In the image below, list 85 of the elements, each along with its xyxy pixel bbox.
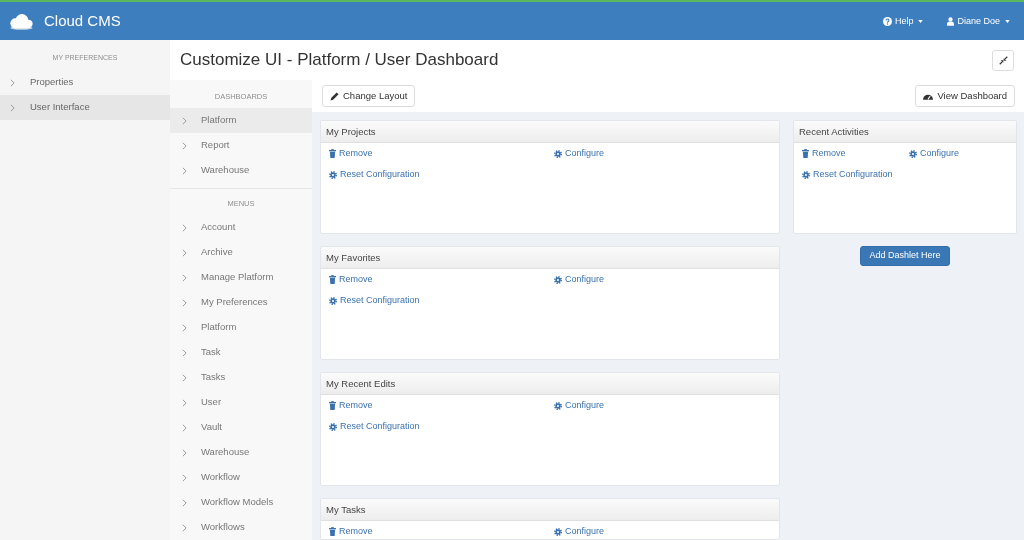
gear-icon [329,296,337,305]
chevron-right-icon [182,398,187,407]
menu-item[interactable]: Vault [170,415,312,440]
gear-icon [554,401,562,410]
dashlet-header: My Favorites [321,247,779,269]
chevron-right-icon [182,373,187,382]
reset-configuration-link[interactable]: Reset Configuration [329,168,420,181]
menu-item[interactable]: Platform [170,108,312,133]
gear-icon [554,527,562,536]
chevron-right-icon [182,423,187,432]
trash-icon [329,401,336,410]
chevron-right-icon [10,103,15,112]
menu-item[interactable]: Platform [170,315,312,340]
chevron-right-icon [182,116,187,125]
chevron-right-icon [182,348,187,357]
menu-item[interactable]: Tasks [170,365,312,390]
trash-icon [802,149,809,158]
gear-icon [554,275,562,284]
help-icon [882,16,892,26]
change-layout-button[interactable]: Change Layout [322,85,416,107]
caret-icon [918,19,924,23]
menu-item[interactable]: Account [170,215,312,240]
dashlet-header: My Projects [321,121,779,143]
chevron-right-icon [182,523,187,532]
brand-name[interactable]: Cloud CMS [44,12,121,30]
pencil-icon [330,91,339,101]
view-dashboard-button[interactable]: View Dashboard [915,85,1015,107]
gear-icon [909,149,917,158]
menu-item[interactable]: Manage Platform [170,265,312,290]
gear-icon [329,422,337,431]
gear-icon [329,170,337,179]
menu-item[interactable]: Workflows [170,515,312,540]
user-menu[interactable]: Diane Doe [947,15,1010,27]
remove-link[interactable]: Remove [329,525,373,538]
reset-configuration-link[interactable]: Reset Configuration [329,420,420,433]
configure-link[interactable]: Configure [554,525,605,538]
remove-link[interactable]: Remove [329,273,373,286]
chevron-right-icon [182,166,187,175]
chevron-right-icon [182,498,187,507]
remove-link[interactable]: Remove [329,147,373,160]
menu-item[interactable]: Workflow [170,465,312,490]
remove-link[interactable]: Remove [329,399,373,412]
chevron-right-icon [182,141,187,150]
configure-link[interactable]: Configure [909,147,960,160]
chevron-right-icon [10,78,15,87]
configure-link[interactable]: Configure [554,147,605,160]
gear-icon [802,170,810,179]
diagonal-arrows-icon [998,55,1008,65]
caret-icon [1005,19,1010,23]
chevron-right-icon [182,323,187,332]
trash-icon [329,149,336,158]
remove-link[interactable]: Remove [802,147,846,160]
configure-link[interactable]: Configure [554,273,605,286]
page-title: Customize UI - Platform / User Dashboard [180,50,499,70]
chevron-right-icon [182,298,187,307]
user-icon [947,16,955,26]
chevron-right-icon [182,273,187,282]
menu-item[interactable]: Archive [170,240,312,265]
sidebar-item[interactable]: Properties [0,70,170,95]
add-dashlet-button[interactable]: Add Dashlet Here [860,246,950,266]
trash-icon [329,275,336,284]
chevron-right-icon [182,223,187,232]
menu-item[interactable]: Report [170,133,312,158]
menu-item[interactable]: Task [170,340,312,365]
chevron-right-icon [182,248,187,257]
dashlet-header: My Recent Edits [321,373,779,395]
gauge-icon [923,92,934,100]
reset-configuration-link[interactable]: Reset Configuration [802,168,893,181]
gear-icon [554,149,562,158]
configure-link[interactable]: Configure [554,399,605,412]
dashlet-header: Recent Activities [794,121,1016,143]
menu-item[interactable]: Warehouse [170,440,312,465]
chevron-right-icon [182,473,187,482]
menu-item[interactable]: Warehouse [170,158,312,183]
menu-item[interactable]: Workflow Models [170,490,312,515]
trash-icon [329,527,336,536]
cloud-icon [8,12,34,30]
help-menu[interactable]: Help [882,15,924,27]
chevron-right-icon [182,448,187,457]
sidebar-item[interactable]: User Interface [0,95,170,120]
menu-item[interactable]: My Preferences [170,290,312,315]
dashlet-header: My Tasks [321,499,779,521]
compress-button[interactable] [992,49,1014,71]
reset-configuration-link[interactable]: Reset Configuration [329,294,420,307]
menu-item[interactable]: User [170,390,312,415]
